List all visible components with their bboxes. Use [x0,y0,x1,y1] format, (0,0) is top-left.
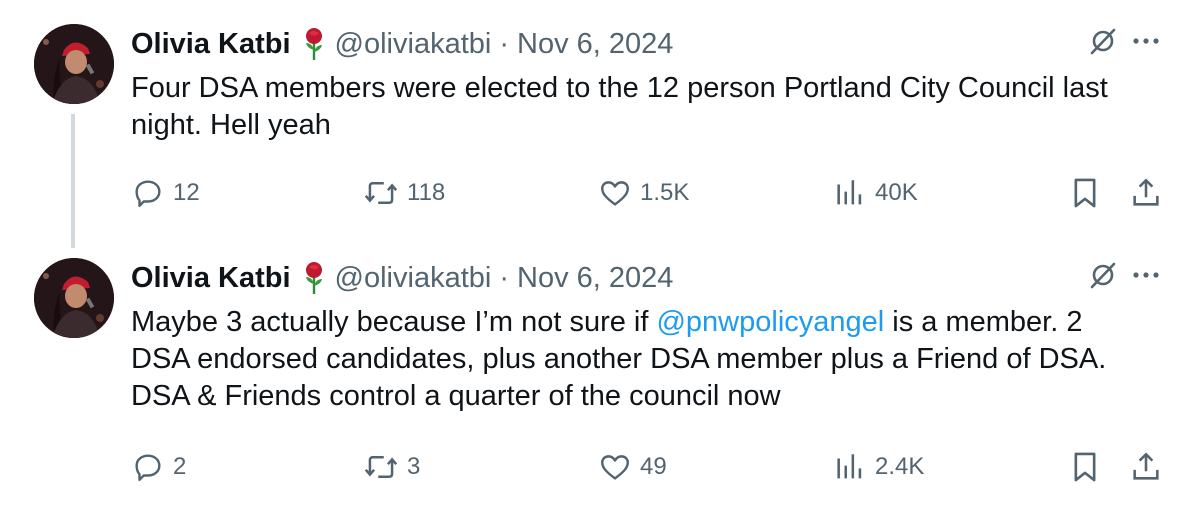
like-button[interactable]: 49 [598,450,667,484]
repost-button[interactable]: 3 [363,450,420,484]
views-button[interactable]: 40K [833,176,918,210]
like-icon [601,455,629,480]
grok-icon[interactable] [1088,26,1118,56]
reply-icon [135,454,161,481]
like-icon [601,181,629,206]
views-icon [837,454,862,479]
tweet-date[interactable]: Nov 6, 2024 [517,28,673,61]
bookmark-button[interactable] [1070,450,1100,484]
mention-link[interactable]: @pnwpolicyangel [656,306,884,338]
repost-icon [364,182,398,204]
rose-emoji-icon [303,262,325,294]
tweet-1[interactable]: Olivia Katbi @oliviakatbi · Nov 6, 2024 [0,24,1202,214]
repost-button[interactable]: 118 [363,176,445,210]
tweet-menu-area [1088,26,1160,56]
tweet-menu-area [1088,260,1160,290]
tweet-text-line: Maybe 3 actually because I’m not sure if… [131,304,1106,341]
tweet-text-segment: is a member. 2 [884,306,1083,338]
tweet-header: Olivia Katbi @oliviakatbi · Nov 6, 2024 [131,258,673,298]
repost-icon [364,456,398,478]
tweet-text-line: Four DSA members were elected to the 12 … [131,72,1108,104]
more-icon[interactable] [1132,260,1160,290]
bookmark-icon [1074,452,1096,482]
author-handle[interactable]: @oliviakatbi [335,28,492,61]
tweet-header: Olivia Katbi @oliviakatbi · Nov 6, 2024 [131,24,673,64]
reply-button[interactable]: 2 [131,450,186,484]
tweet-text-line: DSA endorsed candidates, plus another DS… [131,343,1107,375]
like-button[interactable]: 1.5K [598,176,689,210]
repost-count: 3 [407,453,421,480]
bookmark-button[interactable] [1070,176,1100,210]
tweet-text-line: DSA & Friends control a quarter of the c… [131,380,781,412]
rose-emoji-icon [303,28,325,60]
tweet-2[interactable]: Olivia Katbi @oliviakatbi · Nov 6, 2024 [0,258,1202,498]
views-count: 2.4K [875,453,925,480]
share-icon [1133,452,1159,480]
grok-icon[interactable] [1088,260,1118,290]
like-count: 1.5K [640,179,690,206]
tweet-actions: 2 3 49 2.4K [131,450,1166,486]
author-handle[interactable]: @oliviakatbi [335,262,492,295]
separator-dot: · [499,27,509,60]
separator-dot: · [499,261,509,294]
author-name[interactable]: Olivia Katbi [131,28,291,61]
author-name[interactable]: Olivia Katbi [131,262,291,295]
tweet-text-segment: Maybe 3 actually because I’m not sure if [131,306,657,338]
avatar[interactable] [34,24,114,104]
bookmark-icon [1074,178,1096,208]
reply-count: 12 [173,179,200,206]
tweet-text: Four DSA members were elected to the 12 … [131,70,1108,144]
tweet-actions: 12 118 1.5K 40K [131,176,1166,212]
share-icon [1133,178,1159,206]
views-button[interactable]: 2.4K [833,450,924,484]
views-icon [837,180,862,205]
share-button[interactable] [1129,176,1163,210]
views-count: 40K [875,179,918,206]
reply-icon [135,180,161,207]
repost-count: 118 [407,179,446,206]
more-icon[interactable] [1132,26,1160,56]
tweet-date[interactable]: Nov 6, 2024 [517,262,673,295]
reply-count: 2 [173,453,187,480]
reply-button[interactable]: 12 [131,176,200,210]
avatar[interactable] [34,258,114,338]
like-count: 49 [640,453,667,480]
tweet-text: Maybe 3 actually because I’m not sure if… [131,304,1106,415]
share-button[interactable] [1129,450,1163,484]
tweet-text-line: night. Hell yeah [131,109,331,141]
